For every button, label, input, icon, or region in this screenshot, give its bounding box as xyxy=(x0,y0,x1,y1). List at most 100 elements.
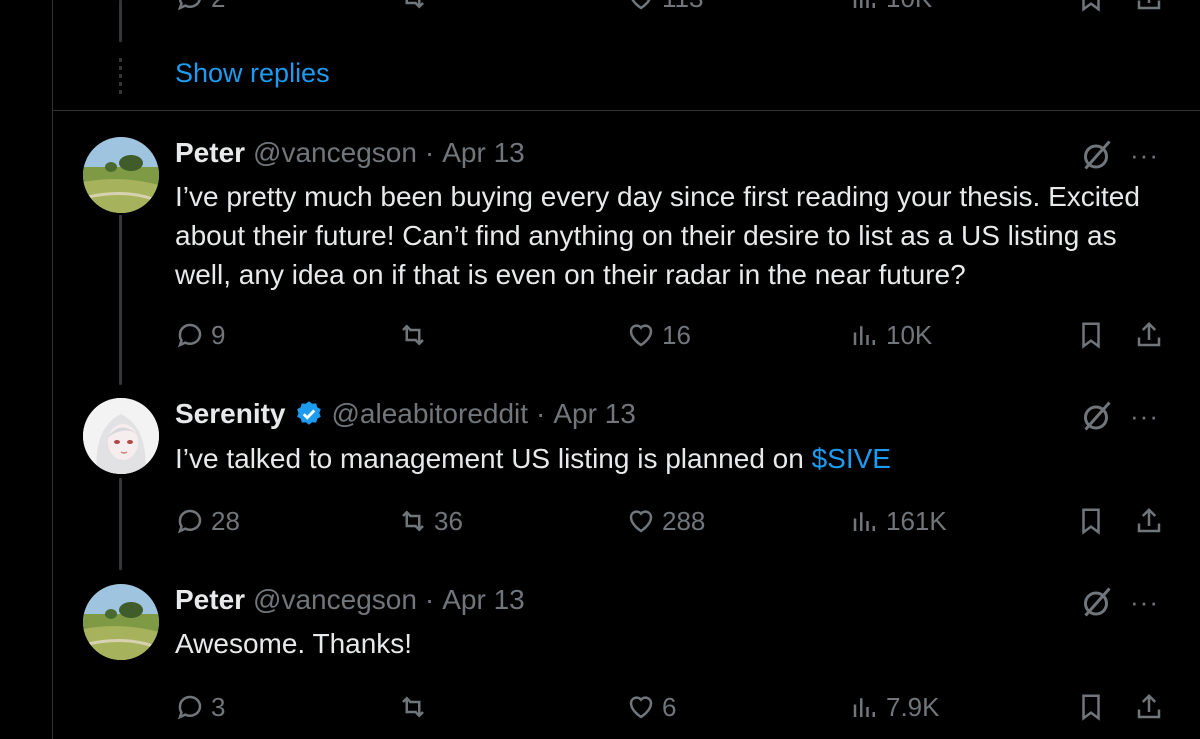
bookmark-button[interactable] xyxy=(1076,315,1106,355)
like-button[interactable]: 16 xyxy=(626,315,691,355)
share-icon xyxy=(1137,321,1161,347)
views-button[interactable]: 7.9K xyxy=(850,687,940,727)
bookmark-button[interactable] xyxy=(1076,501,1106,541)
views-button[interactable]: 161K xyxy=(850,501,947,541)
analytics-icon xyxy=(853,326,875,345)
heart-icon xyxy=(629,510,653,533)
cashtag-link[interactable]: $SIVE xyxy=(812,443,891,474)
tweet-actions: 3 6 7.9K xyxy=(0,687,1200,727)
reply-icon xyxy=(177,0,201,11)
avatar[interactable] xyxy=(83,398,159,474)
thread-line xyxy=(119,215,122,385)
user-handle[interactable]: @vancegson xyxy=(253,137,417,169)
tweet-header: Peter @vancegson · Apr 13 xyxy=(175,137,525,169)
repost-button[interactable] xyxy=(398,687,434,727)
like-button[interactable]: 113 xyxy=(626,0,703,18)
landscape-avatar-image xyxy=(83,137,159,213)
heart-icon xyxy=(631,0,651,10)
separator: · xyxy=(424,584,435,615)
like-count: 288 xyxy=(662,505,706,536)
repost-button[interactable]: 36 xyxy=(398,501,463,541)
display-name[interactable]: Peter xyxy=(175,584,245,616)
repost-count: 36 xyxy=(434,505,463,536)
views-button[interactable]: 10K xyxy=(850,0,932,18)
view-count: 10K xyxy=(886,319,933,350)
separator: · xyxy=(424,137,435,168)
conversation-thread: 2 113 10K Show replies xyxy=(0,0,1200,739)
repost-icon xyxy=(402,696,424,718)
reply-count: 28 xyxy=(211,505,240,536)
share-button[interactable] xyxy=(1134,315,1164,355)
grok-icon[interactable] xyxy=(1078,584,1114,620)
repost-icon xyxy=(402,510,424,532)
reply-count: 9 xyxy=(211,319,226,350)
display-name[interactable]: Serenity xyxy=(175,398,286,430)
bookmark-icon xyxy=(1082,508,1100,535)
avatar[interactable] xyxy=(83,137,159,213)
view-count: 10K xyxy=(886,0,932,14)
repost-icon xyxy=(405,0,424,9)
timestamp[interactable]: Apr 13 xyxy=(553,398,636,430)
thread-gap-dots xyxy=(119,58,122,96)
anime-avatar-image xyxy=(83,398,159,474)
more-options-button[interactable]: ··· xyxy=(1130,589,1159,615)
grok-icon[interactable] xyxy=(1078,137,1114,173)
analytics-icon xyxy=(853,512,875,531)
tweet-text: Awesome. Thanks! xyxy=(175,628,413,659)
grok-icon[interactable] xyxy=(1078,398,1114,434)
show-replies-link[interactable]: Show replies xyxy=(175,58,330,89)
like-button[interactable]: 6 xyxy=(626,687,676,727)
reply-button[interactable]: 28 xyxy=(175,501,240,541)
like-count: 113 xyxy=(662,0,703,14)
heart-icon xyxy=(629,696,653,719)
share-button[interactable] xyxy=(1134,687,1164,727)
share-icon xyxy=(1137,0,1161,10)
display-name[interactable]: Peter xyxy=(175,137,245,169)
more-options-button[interactable]: ··· xyxy=(1130,142,1159,168)
share-button[interactable] xyxy=(1134,501,1164,541)
repost-button[interactable] xyxy=(398,315,434,355)
tweet-header: Serenity @aleabitoreddit · Apr 13 xyxy=(175,398,636,430)
timestamp[interactable]: Apr 13 xyxy=(442,584,525,616)
tweet-text-body: I’ve talked to management US listing is … xyxy=(175,443,812,474)
view-count: 7.9K xyxy=(886,691,940,722)
repost-button[interactable] xyxy=(398,0,428,18)
views-button[interactable]: 10K xyxy=(850,315,932,355)
reply-icon xyxy=(177,509,202,534)
tweet-actions: 9 16 10K xyxy=(0,315,1200,355)
reply-button[interactable]: 3 xyxy=(175,687,225,727)
share-icon xyxy=(1137,507,1161,533)
separator: · xyxy=(536,398,546,429)
timestamp[interactable]: Apr 13 xyxy=(442,137,525,169)
view-count: 161K xyxy=(886,505,947,536)
tweet-text: I’ve pretty much been buying every day s… xyxy=(175,181,1140,290)
like-count: 6 xyxy=(662,691,677,722)
share-icon xyxy=(1137,693,1161,719)
bookmark-icon xyxy=(1082,0,1100,12)
bookmark-icon xyxy=(1082,694,1100,721)
reply-count: 2 xyxy=(211,0,225,14)
reply-icon xyxy=(177,695,202,720)
user-handle[interactable]: @aleabitoreddit xyxy=(332,398,529,430)
reply-button[interactable]: 9 xyxy=(175,315,225,355)
reply-button[interactable]: 2 xyxy=(175,0,225,18)
tweet-text: I’ve talked to management US listing is … xyxy=(175,439,1175,478)
tweet-header: Peter @vancegson · Apr 13 xyxy=(175,584,525,616)
like-count: 16 xyxy=(662,319,691,350)
bookmark-button[interactable] xyxy=(1076,0,1106,18)
verified-badge-icon[interactable] xyxy=(294,399,324,429)
bookmark-button[interactable] xyxy=(1076,687,1106,727)
more-options-button[interactable]: ··· xyxy=(1130,403,1159,429)
share-button[interactable] xyxy=(1134,0,1164,18)
avatar[interactable] xyxy=(83,584,159,660)
tweet-actions-previous: 2 113 10K xyxy=(0,0,1200,18)
like-button[interactable]: 288 xyxy=(626,501,705,541)
heart-icon xyxy=(629,324,653,347)
divider xyxy=(52,110,1200,111)
user-handle[interactable]: @vancegson xyxy=(253,584,417,616)
analytics-icon xyxy=(853,698,875,717)
reply-count: 3 xyxy=(211,691,226,722)
landscape-avatar-image xyxy=(83,584,159,660)
repost-icon xyxy=(402,324,424,346)
tweet-actions: 28 36 288 161K xyxy=(0,501,1200,541)
